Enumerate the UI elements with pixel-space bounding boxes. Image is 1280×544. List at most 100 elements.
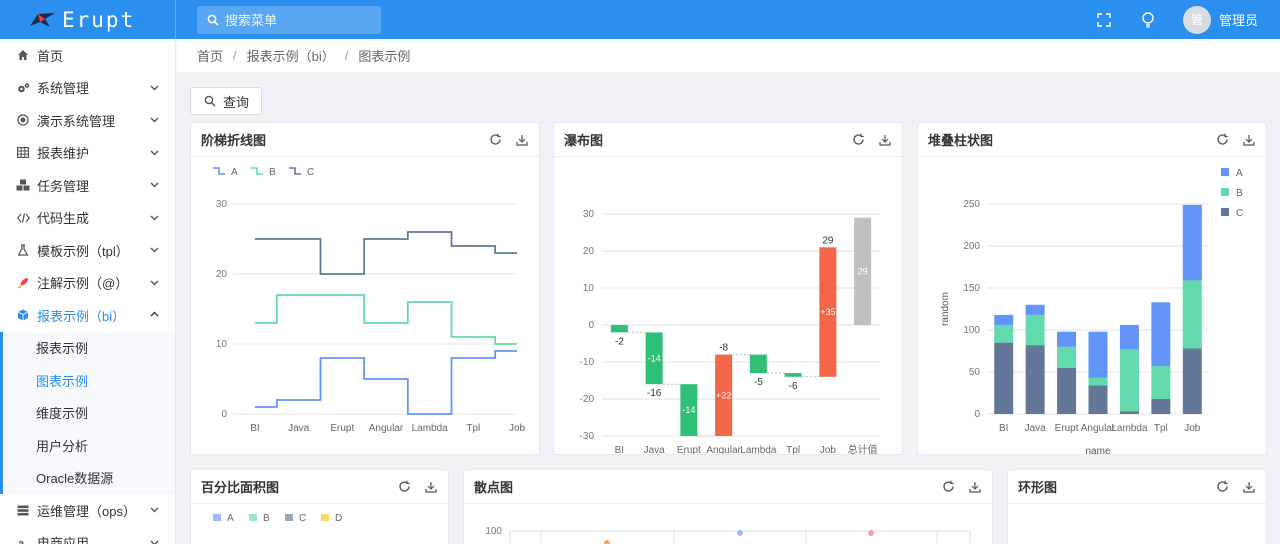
y-tick-label: 0 [974, 409, 980, 420]
data-label: -2 [615, 336, 624, 347]
x-tick-label: Erupt [677, 445, 701, 454]
logo[interactable]: Erupt [0, 0, 176, 39]
data-label-inner: 29 [858, 266, 868, 276]
y-tick-label: 20 [583, 246, 595, 257]
data-label-inner: +35 [820, 307, 835, 317]
download-icon[interactable] [1242, 480, 1256, 494]
legend-marker [251, 167, 263, 175]
legend-marker [1221, 208, 1229, 216]
y-tick-label: 250 [963, 199, 980, 210]
sidebar-item-code-gen[interactable]: 代码生成 [0, 202, 175, 235]
breadcrumb-home[interactable]: 首页 [197, 46, 223, 65]
flask-icon [16, 243, 30, 257]
x-tick-label: Java [1025, 423, 1047, 434]
chevron-down-icon [150, 247, 159, 253]
card-title: 百分比面积图 [201, 480, 280, 495]
card-title: 环形图 [1018, 480, 1058, 495]
stacked-bar-segment [1119, 324, 1139, 350]
username[interactable]: 管理员 [1219, 10, 1258, 29]
download-icon[interactable] [968, 480, 982, 494]
y-tick-label: 150 [963, 283, 980, 294]
search-placeholder: 搜索菜单 [225, 13, 278, 28]
amazon-icon: a [16, 536, 30, 544]
y-tick-label: 50 [969, 367, 981, 378]
search-icon [204, 95, 216, 107]
y-tick-label: -10 [580, 357, 595, 368]
stacked-bar-segment [1057, 367, 1077, 414]
x-tick-label: BI [999, 423, 1008, 434]
y-tick-label: 30 [216, 199, 228, 210]
legend-marker [213, 514, 221, 521]
download-icon[interactable] [424, 480, 438, 494]
sidebar-item-annotation[interactable]: 注解示例（@） [0, 267, 175, 300]
y-tick-label: -20 [580, 394, 595, 405]
refresh-icon[interactable] [488, 133, 502, 147]
sidebar-item-ops[interactable]: 运维管理（ops） [0, 494, 175, 527]
refresh-icon[interactable] [941, 480, 955, 494]
sidebar-item-label: 报表示例（bi） [37, 308, 126, 324]
stacked-bar-segment [1151, 398, 1171, 414]
data-label: -16 [647, 388, 662, 399]
fullscreen-icon[interactable] [1095, 11, 1113, 29]
download-icon[interactable] [878, 133, 892, 147]
sidebar-item-tpl[interactable]: 模板示例（tpl） [0, 234, 175, 267]
sidebar-subitem-report[interactable]: 报表示例 [3, 332, 175, 365]
query-button[interactable]: 查询 [190, 87, 262, 115]
legend-label: C [1236, 208, 1243, 219]
sidebar-item-label: 报表示例 [36, 341, 89, 357]
sidebar-item-label: 演示系统管理 [37, 113, 116, 129]
sidebar-item-demo-system[interactable]: 演示系统管理 [0, 104, 175, 137]
search-input[interactable]: 搜索菜单 [197, 5, 381, 34]
chevron-down-icon [150, 117, 159, 123]
sidebar-subitem-user-analysis[interactable]: 用户分析 [3, 429, 175, 462]
download-icon[interactable] [1242, 133, 1256, 147]
sidebar: 首页 系统管理 演示系统管理 报表维护 任务管理 代码生成 模板示例（tpl） … [0, 39, 176, 544]
x-tick-label: BI [615, 445, 624, 454]
percent-area-card: 百分比面积图 A B C D [190, 469, 449, 544]
home-icon [16, 48, 30, 62]
chevron-down-icon [150, 85, 159, 90]
refresh-icon[interactable] [851, 133, 865, 147]
sidebar-subitem-dimension[interactable]: 维度示例 [3, 397, 175, 430]
submenu-bi: 报表示例 图表示例 维度示例 用户分析 Oracle数据源 [0, 331, 175, 495]
sidebar-subitem-oracle[interactable]: Oracle数据源 [3, 462, 175, 495]
sidebar-item-bi[interactable]: 报表示例（bi） [0, 299, 175, 332]
x-tick-label: Lambda [412, 423, 449, 434]
refresh-icon[interactable] [1215, 480, 1229, 494]
chevron-down-icon [150, 215, 159, 220]
data-label: -8 [719, 343, 728, 354]
download-icon[interactable] [515, 133, 529, 147]
x-tick-label: Angular [369, 423, 404, 434]
legend-marker [249, 514, 257, 521]
chevron-down-icon [150, 280, 159, 285]
breadcrumb-separator: / [344, 48, 349, 63]
refresh-icon[interactable] [1215, 133, 1229, 147]
sidebar-item-label: 运维管理（ops） [37, 503, 136, 519]
legend-label: B [1236, 188, 1243, 199]
scatter-point [868, 530, 874, 536]
sidebar-item-task[interactable]: 任务管理 [0, 169, 175, 202]
step-line-chart: A B C 0 10 20 30 BI Java Erupt Angular Lambda Tpl Job [213, 167, 525, 434]
sidebar-item-report-maintenance[interactable]: 报表维护 [0, 137, 175, 170]
y-tick-label: 30 [583, 209, 595, 220]
breadcrumb-bi[interactable]: 报表示例（bi） [247, 46, 335, 65]
breadcrumb-separator: / [233, 48, 237, 63]
sidebar-item-system[interactable]: 系统管理 [0, 72, 175, 105]
sidebar-item-label: 代码生成 [37, 211, 90, 227]
percent-area-chart: A B C D [213, 513, 342, 524]
series-line [255, 350, 517, 415]
sidebar-item-ecommerce[interactable]: a 电商应用 [0, 527, 175, 544]
stacked-bar-chart: 050100150200250randomnameBI Java Erupt Angu… [940, 168, 1243, 454]
legend-label: B [263, 513, 270, 524]
x-tick-label: Lambda [740, 445, 777, 454]
avatar[interactable]: 管 [1182, 5, 1211, 34]
sidebar-item-label: 任务管理 [37, 178, 90, 194]
sidebar-subitem-chart[interactable]: 图表示例 [3, 364, 175, 397]
table-icon [16, 146, 30, 160]
lightbulb-icon[interactable] [1139, 11, 1157, 29]
legend-marker [289, 167, 301, 175]
stacked-bar-segment [994, 342, 1014, 414]
sidebar-item-home[interactable]: 首页 [0, 39, 175, 72]
refresh-icon[interactable] [397, 480, 411, 494]
x-tick-label: Angular [706, 445, 741, 454]
